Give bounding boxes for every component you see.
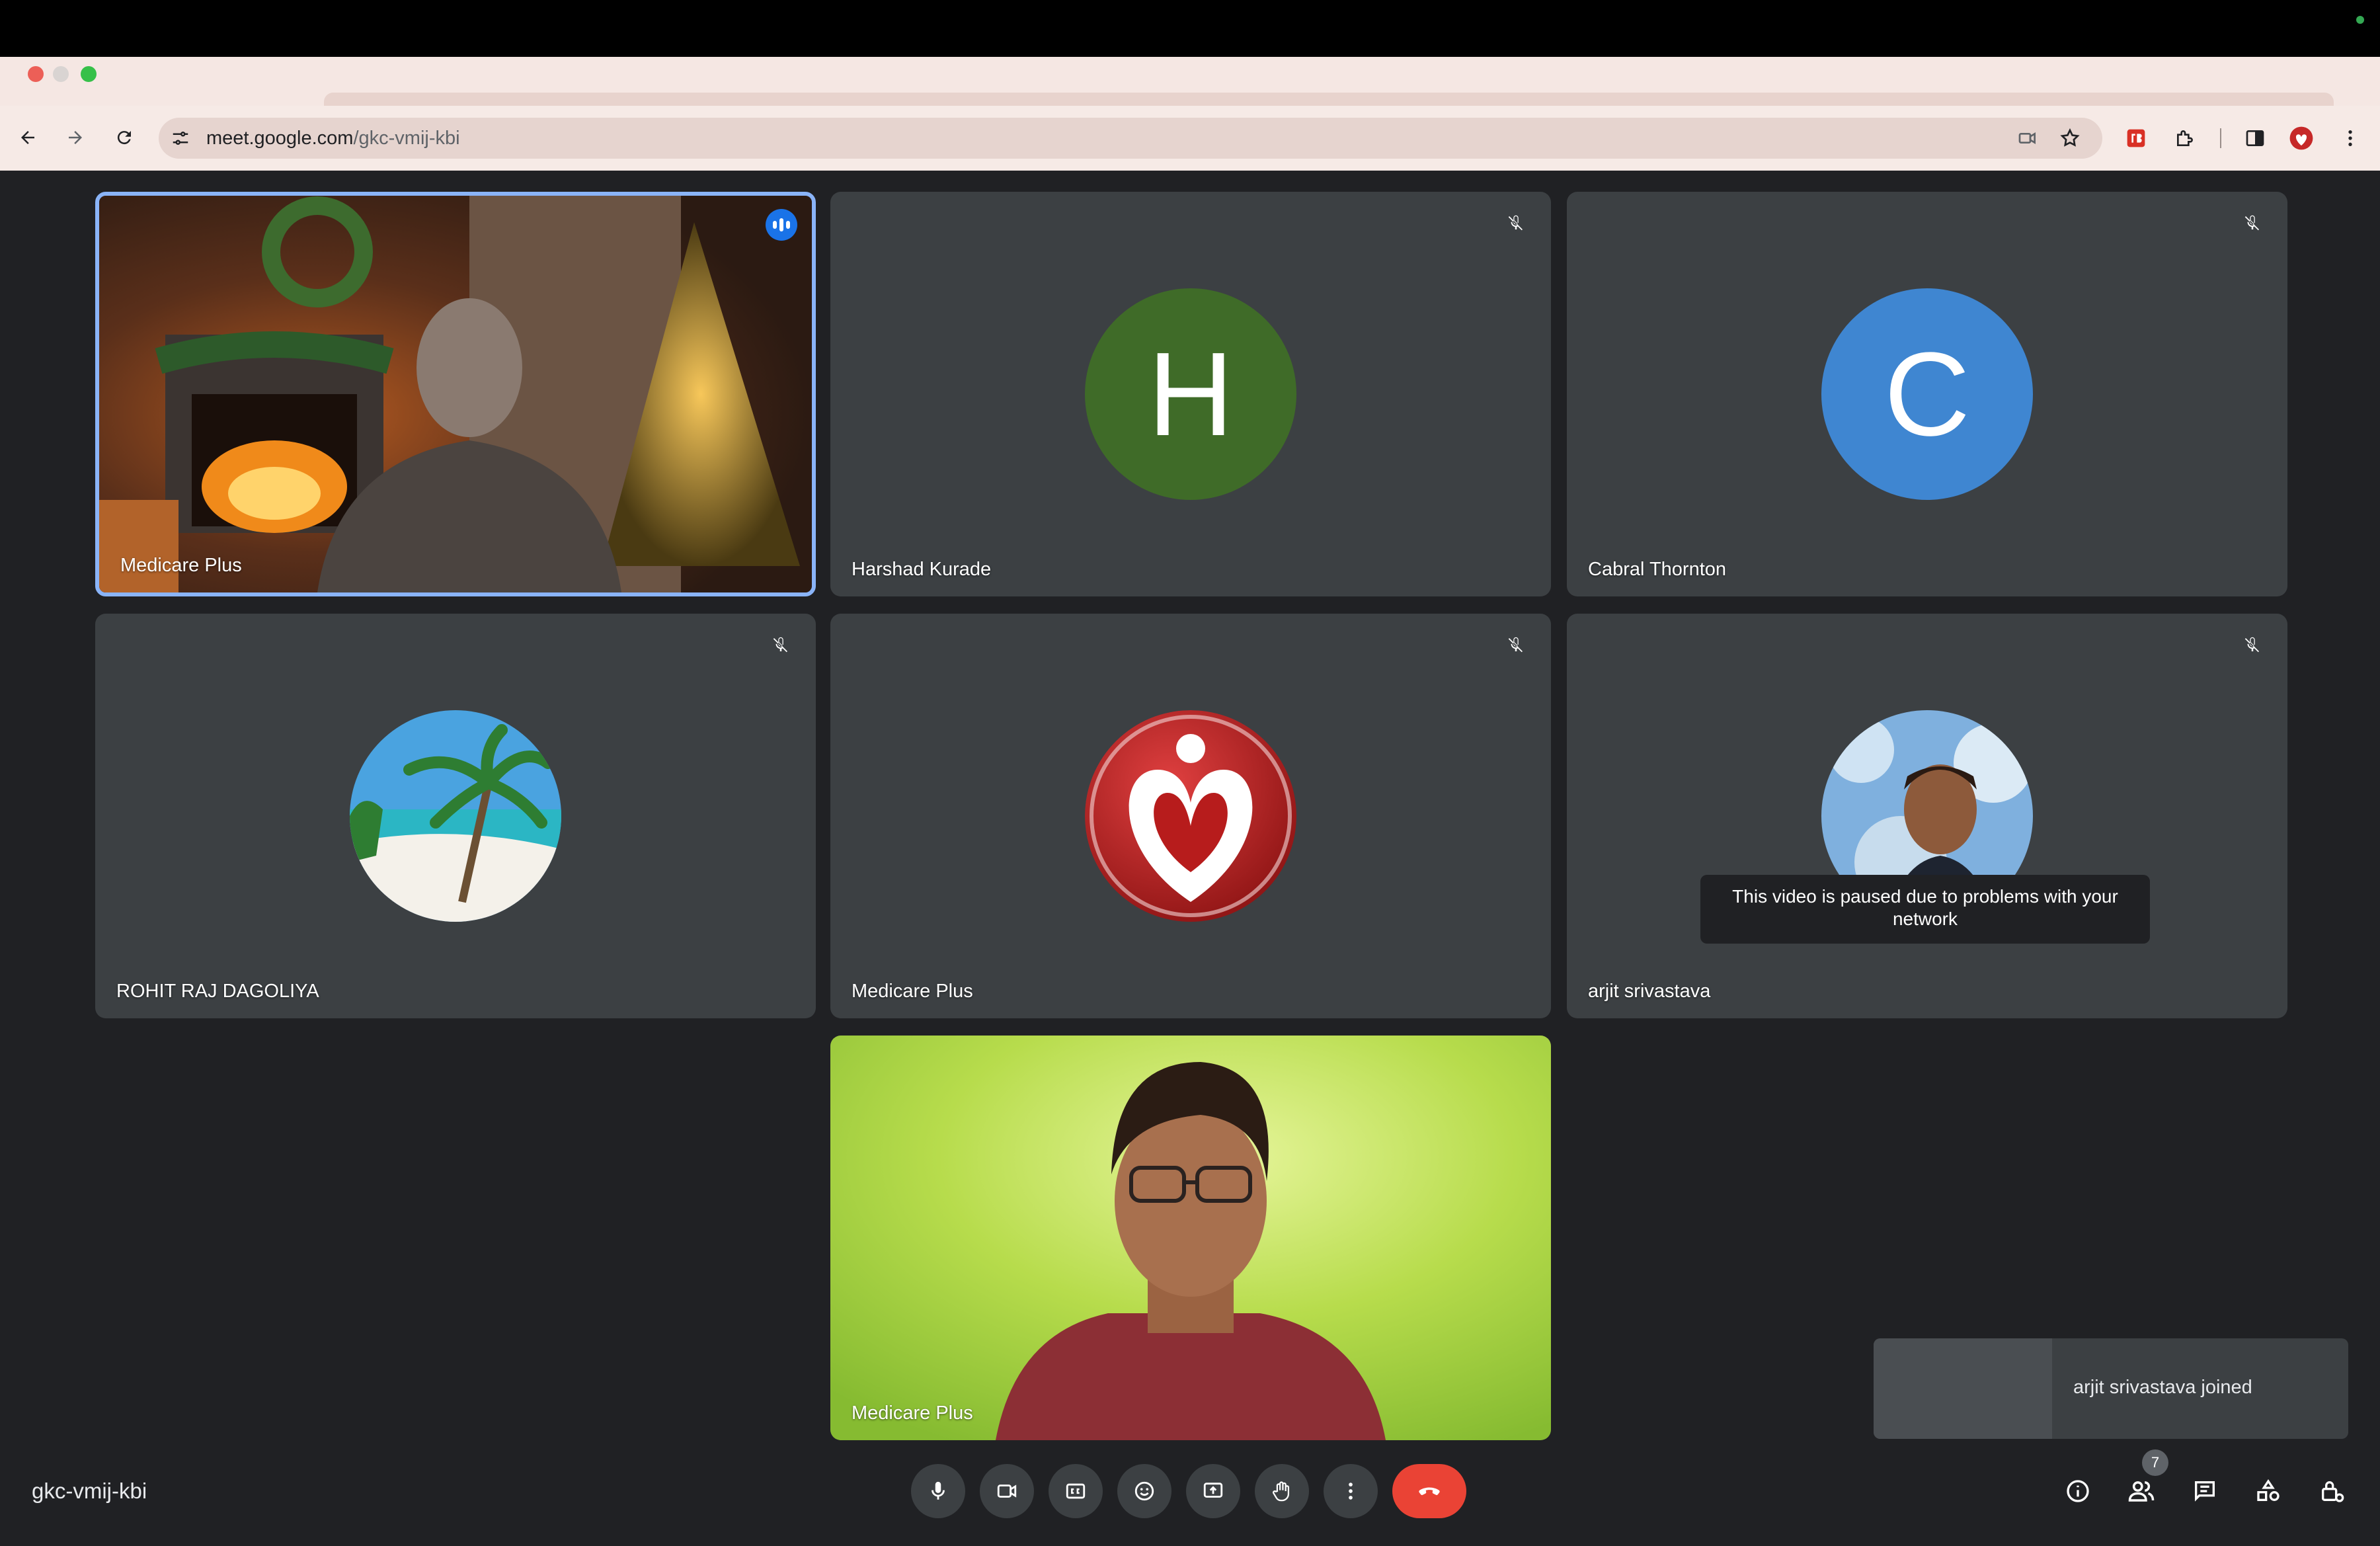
forward-button[interactable] — [61, 123, 90, 152]
participant-name: arjit srivastava — [1588, 981, 1711, 1002]
participant-video — [830, 1036, 1551, 1440]
site-info-button[interactable] — [165, 123, 196, 153]
activities-button[interactable] — [2250, 1473, 2286, 1509]
emoji-icon — [1134, 1481, 1154, 1501]
camera-button[interactable] — [980, 1464, 1034, 1518]
bookmark-button[interactable] — [2055, 123, 2085, 153]
extension-logo-icon — [2127, 129, 2145, 147]
activities-shapes-icon — [2257, 1479, 2280, 1501]
chat-icon — [2195, 1481, 2215, 1502]
toolbar-divider — [2217, 123, 2224, 153]
video-camera-icon — [997, 1485, 1017, 1498]
url-path: /gkc-vmij-kbi — [353, 128, 460, 149]
participant-video — [99, 196, 812, 592]
minimize-window-button[interactable] — [53, 66, 69, 82]
participant-name: ROHIT RAJ DAGOLIYA — [116, 981, 319, 1002]
system-top-bar — [0, 0, 2380, 57]
hand-icon — [1273, 1481, 1290, 1502]
close-window-button[interactable] — [28, 66, 44, 82]
mic-off-icon — [1501, 630, 1531, 660]
participant-name: Cabral Thornton — [1588, 559, 1727, 580]
present-screen-button[interactable] — [1186, 1464, 1240, 1518]
notification-thumbnail — [1874, 1338, 2052, 1439]
star-icon — [2060, 128, 2080, 147]
info-icon — [2067, 1480, 2089, 1502]
host-controls-button[interactable] — [2314, 1473, 2350, 1509]
avatar-initial: H — [1148, 327, 1234, 461]
closed-captions-icon — [1066, 1483, 1086, 1499]
back-button[interactable] — [13, 123, 42, 152]
extensions-menu-button[interactable] — [2170, 123, 2200, 153]
forward-arrow-icon — [69, 131, 82, 144]
meeting-details-button[interactable] — [2060, 1473, 2096, 1509]
reactions-button[interactable] — [1117, 1464, 1171, 1518]
lock-person-icon — [2322, 1481, 2344, 1502]
tab-strip — [324, 93, 2334, 107]
participant-tile[interactable]: Medicare Plus — [830, 1036, 1551, 1440]
participant-count-badge: 7 — [2142, 1449, 2168, 1476]
puzzle-icon — [2177, 130, 2193, 146]
more-vert-icon — [2348, 130, 2352, 146]
side-panel-icon — [2246, 130, 2264, 146]
chat-button[interactable] — [2187, 1473, 2223, 1509]
participant-tile[interactable]: H Harshad Kurade — [830, 192, 1551, 596]
mic-off-icon — [1501, 208, 1531, 238]
camera-permission-button[interactable] — [2012, 123, 2043, 153]
reload-icon — [117, 131, 131, 145]
participant-name: Harshad Kurade — [852, 559, 992, 580]
call-end-icon — [1419, 1487, 1440, 1495]
participant-tile[interactable]: Medicare Plus — [95, 192, 816, 596]
mic-off-icon — [766, 630, 796, 660]
video-paused-notice: This video is paused due to problems wit… — [1700, 875, 2150, 944]
raise-hand-button[interactable] — [1255, 1464, 1309, 1518]
join-notification[interactable]: arjit srivastava joined — [1874, 1338, 2348, 1439]
participant-tile[interactable]: This video is paused due to problems wit… — [1567, 614, 2287, 1018]
avatar-initial: C — [1884, 327, 1970, 461]
tune-icon — [173, 132, 188, 145]
notification-text: arjit srivastava joined — [2073, 1377, 2252, 1398]
meeting-code: gkc-vmij-kbi — [32, 1479, 147, 1503]
heart-logo-image — [1085, 710, 1296, 922]
speaking-indicator-icon — [766, 209, 797, 241]
status-dot — [2356, 16, 2364, 24]
url-text[interactable]: meet.google.com/gkc-vmij-kbi — [206, 128, 460, 149]
more-vert-icon — [1349, 1483, 1353, 1500]
leave-call-button[interactable] — [1392, 1464, 1466, 1518]
avatar: C — [1821, 288, 2033, 500]
side-panel-button[interactable] — [2240, 123, 2270, 153]
people-button[interactable] — [2123, 1473, 2159, 1509]
avatar: H — [1085, 288, 1296, 500]
back-arrow-icon — [21, 131, 34, 144]
avatar — [1085, 710, 1296, 922]
beach-palm-image — [350, 710, 561, 922]
microphone-button[interactable] — [911, 1464, 965, 1518]
more-options-button[interactable] — [1324, 1464, 1378, 1518]
mic-off-icon — [2237, 630, 2268, 660]
profile-avatar-icon — [2289, 126, 2313, 150]
url-host: meet.google.com — [206, 128, 354, 149]
zoom-window-button[interactable] — [81, 66, 97, 82]
avatar — [350, 710, 561, 922]
participant-name: Medicare Plus — [852, 1403, 973, 1424]
extension-button[interactable] — [2121, 123, 2151, 153]
browser-menu-button[interactable] — [2335, 123, 2365, 153]
participant-tile[interactable]: Medicare Plus — [830, 614, 1551, 1018]
microphone-icon — [932, 1481, 945, 1500]
participant-tile[interactable]: C Cabral Thornton — [1567, 192, 2287, 596]
video-camera-icon — [2018, 132, 2036, 145]
reload-button[interactable] — [110, 123, 139, 152]
participant-name: Medicare Plus — [852, 981, 973, 1002]
participant-name: Medicare Plus — [120, 555, 242, 576]
mic-off-icon — [2237, 208, 2268, 238]
captions-button[interactable] — [1049, 1464, 1103, 1518]
present-screen-icon — [1203, 1483, 1223, 1498]
profile-button[interactable] — [2286, 123, 2317, 153]
participant-tile[interactable]: ROHIT RAJ DAGOLIYA — [95, 614, 816, 1018]
people-icon — [2128, 1481, 2155, 1502]
